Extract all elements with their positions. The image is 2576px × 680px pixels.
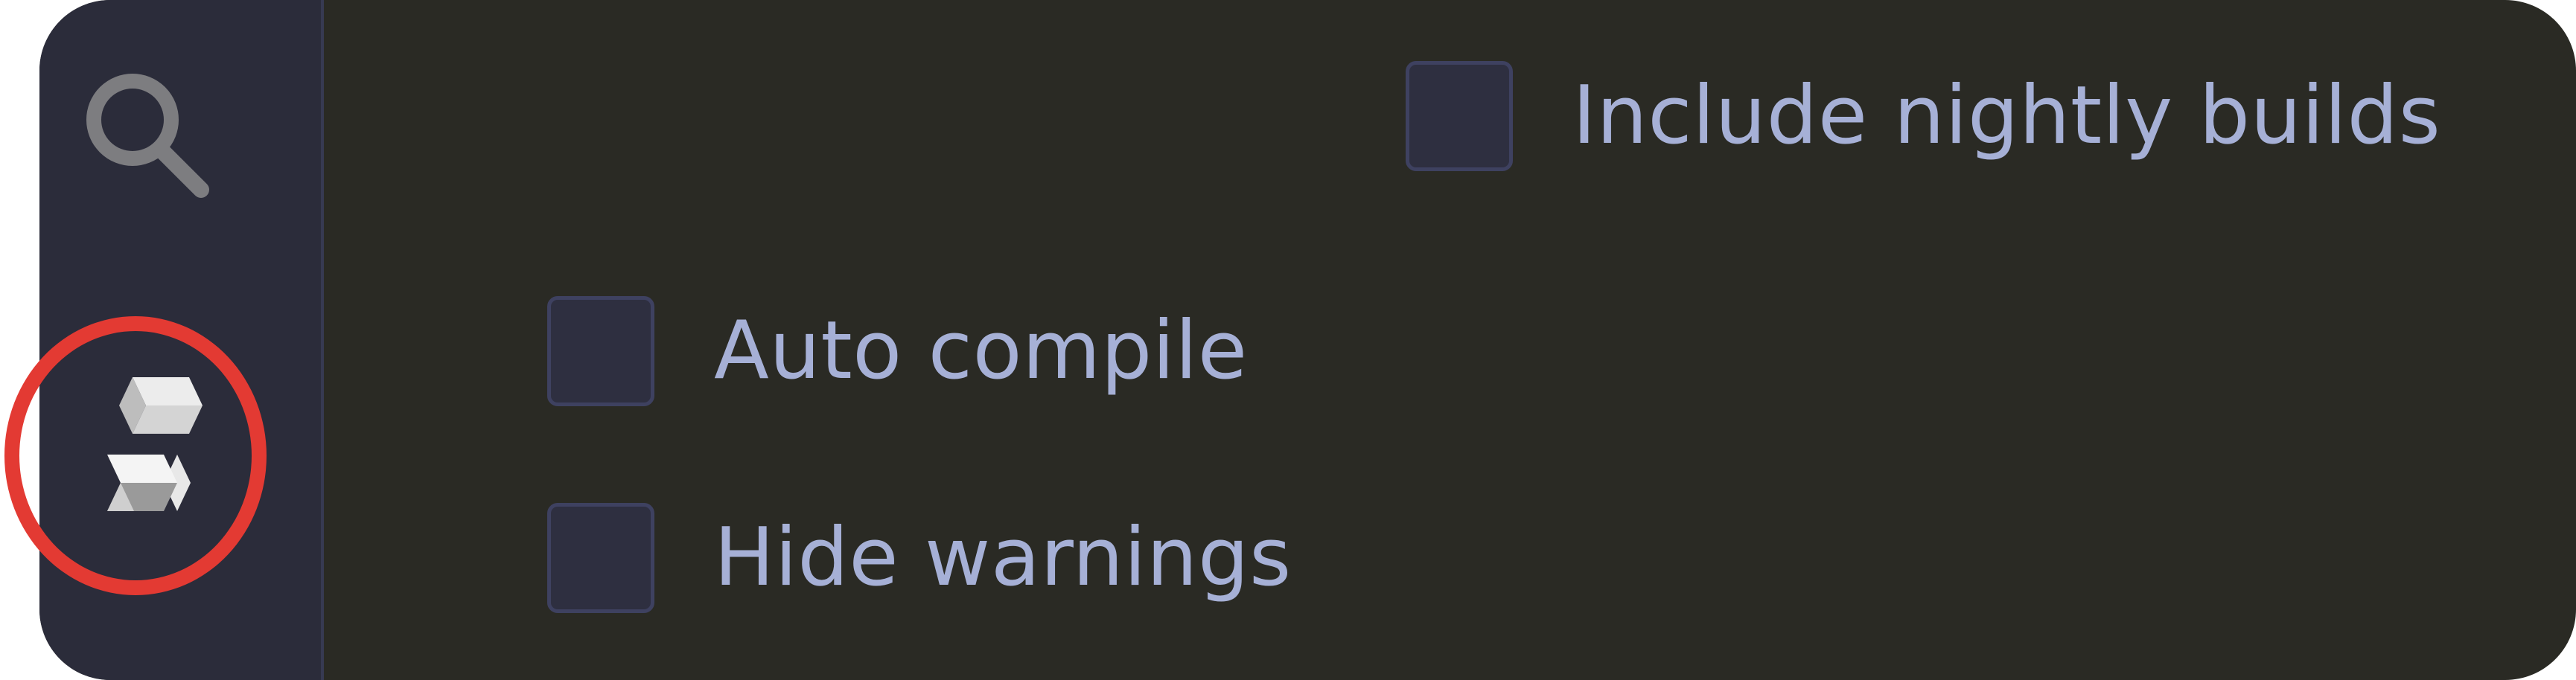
hide-warnings-label[interactable]: Hide warnings	[714, 518, 1292, 598]
auto-compile-label[interactable]: Auto compile	[714, 311, 1248, 391]
hide-warnings-option[interactable]: Hide warnings	[547, 503, 1292, 613]
compiler-settings-panel: Include nightly builds Auto compile Hide…	[39, 0, 2576, 680]
auto-compile-checkbox[interactable]	[547, 296, 654, 406]
search-icon	[73, 62, 222, 214]
auto-compile-option[interactable]: Auto compile	[547, 296, 1248, 406]
include-nightly-builds-checkbox[interactable]	[1406, 61, 1513, 171]
sidebar-item-search[interactable]	[62, 52, 233, 223]
include-nightly-builds-label[interactable]: Include nightly builds	[1572, 76, 2440, 156]
icon-sidebar	[39, 0, 324, 680]
solidity-compiler-icon	[103, 374, 207, 533]
hide-warnings-checkbox[interactable]	[547, 503, 654, 613]
sidebar-item-solidity-compiler[interactable]	[77, 350, 233, 558]
include-nightly-builds-option[interactable]: Include nightly builds	[1406, 61, 2440, 171]
